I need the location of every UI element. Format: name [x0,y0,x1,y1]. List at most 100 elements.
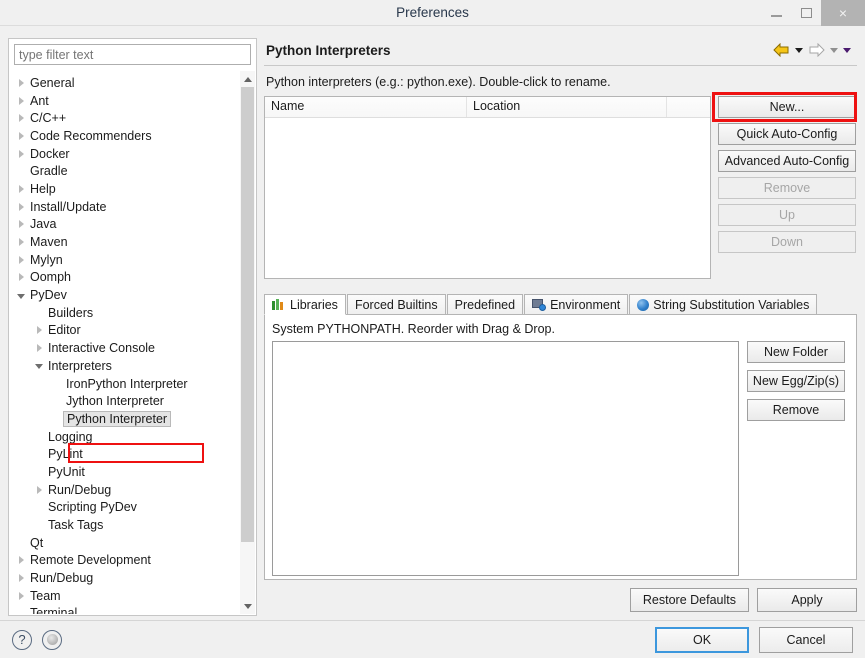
scrollbar-thumb[interactable] [241,87,254,542]
expand-arrow-icon[interactable] [14,149,28,158]
tab-bar[interactable]: Libraries Forced Builtins Predefined Enviro… [264,294,857,315]
question-mark-icon[interactable]: ? [12,629,32,650]
up-button: Up [718,204,856,226]
sidebar-item-java[interactable]: Java [10,216,242,234]
sidebar-item-pydev[interactable]: PyDev [10,286,242,304]
scroll-up-button[interactable] [240,71,255,87]
page-title: Python Interpreters [266,42,391,58]
forward-dropdown-icon[interactable] [830,47,838,53]
expand-arrow-icon[interactable] [14,591,28,600]
sidebar-item-help[interactable]: Help [10,180,242,198]
sidebar-item-remote-development[interactable]: Remote Development [10,552,242,570]
preferences-tree[interactable]: General Ant C/C++ Code Recommenders Docker Gr… [10,71,242,614]
tab-string-substitution-variables[interactable]: String Substitution Variables [629,294,818,314]
back-dropdown-icon[interactable] [795,47,803,53]
tab-label: Environment [550,297,621,312]
sidebar-item-mylyn[interactable]: Mylyn [10,251,242,269]
interpreter-button-wrapper: Remove [718,177,856,199]
expand-arrow-icon[interactable] [14,114,28,123]
expand-arrow-icon[interactable] [14,273,28,282]
sidebar-item-editor[interactable]: Editor [10,322,242,340]
sidebar-item-docker[interactable]: Docker [10,145,242,163]
tree-scrollbar[interactable] [240,71,255,614]
expand-arrow-icon[interactable] [14,78,28,87]
sidebar-item-interactive-console[interactable]: Interactive Console [10,339,242,357]
sidebar-item-logging[interactable]: Logging [10,428,242,446]
sidebar-item-gradle[interactable]: Gradle [10,162,242,180]
circle-button-icon[interactable] [42,629,62,650]
expand-arrow-icon[interactable] [14,556,28,565]
sidebar-item-run-debug[interactable]: Run/Debug [10,569,242,587]
tab-environment[interactable]: Environment [524,294,629,314]
collapse-arrow-icon[interactable] [14,292,28,299]
sidebar-item-builders[interactable]: Builders [10,304,242,322]
sidebar-item-task-tags[interactable]: Task Tags [10,516,242,534]
expand-arrow-icon[interactable] [14,184,28,193]
view-menu-icon[interactable] [843,47,851,53]
forward-arrow-icon[interactable] [808,43,825,57]
expand-arrow-icon[interactable] [32,326,46,335]
new-folder-button[interactable]: New Folder [747,341,845,363]
expand-arrow-icon[interactable] [32,485,46,494]
new-button[interactable]: New... [718,96,856,118]
sidebar-item-scripting-pydev[interactable]: Scripting PyDev [10,499,242,517]
interpreters-table[interactable]: Name Location [264,96,711,279]
sidebar-item-install-update[interactable]: Install/Update [10,198,242,216]
minimize-button[interactable] [761,0,791,26]
back-arrow-icon[interactable] [773,43,790,57]
interpreters-section: Name Location New... Quick Auto-Config Adv… [264,92,857,279]
tab-libraries[interactable]: Libraries [264,294,346,315]
sidebar-item-run-debug[interactable]: Run/Debug [10,481,242,499]
column-header-name[interactable]: Name [265,97,467,117]
pythonpath-list[interactable] [272,341,739,576]
page-action-row: Restore Defaults Apply [264,588,857,612]
scrollbar-track[interactable] [240,87,255,598]
expand-arrow-icon[interactable] [32,344,46,353]
sidebar-item-pylint[interactable]: PyLint [10,445,242,463]
search-input[interactable] [14,44,251,65]
sidebar-item-ironpython-interpreter[interactable]: IronPython Interpreter [10,375,242,393]
expand-arrow-icon[interactable] [14,238,28,247]
sidebar-item-general[interactable]: General [10,74,242,92]
sidebar-item-label: Terminal [30,606,78,614]
sidebar-item-interpreters[interactable]: Interpreters [10,357,242,375]
collapse-arrow-icon[interactable] [32,362,46,370]
maximize-button[interactable] [791,0,821,26]
sidebar-item-ant[interactable]: Ant [10,92,242,110]
new-egg-zip-s-button[interactable]: New Egg/Zip(s) [747,370,845,392]
expand-arrow-icon[interactable] [14,131,28,140]
expand-arrow-icon[interactable] [14,202,28,211]
circle-inner-icon [46,634,58,645]
sidebar-item-code-recommenders[interactable]: Code Recommenders [10,127,242,145]
remove-button[interactable]: Remove [747,399,845,421]
sidebar-item-pyunit[interactable]: PyUnit [10,463,242,481]
close-button[interactable]: × [821,0,865,26]
tab-forced-builtins[interactable]: Forced Builtins [346,294,446,314]
expand-arrow-icon[interactable] [14,574,28,583]
sidebar-item-jython-interpreter[interactable]: Jython Interpreter [10,392,242,410]
advanced-auto-config-button[interactable]: Advanced Auto-Config [718,150,856,172]
sidebar-item-qt[interactable]: Qt [10,534,242,552]
interpreter-button-wrapper: Advanced Auto-Config [718,150,856,172]
tab-predefined[interactable]: Predefined [446,294,524,314]
cancel-button[interactable]: Cancel [759,626,853,653]
sidebar-item-python-interpreter[interactable]: Python Interpreter [10,410,242,428]
sidebar-item-maven[interactable]: Maven [10,233,242,251]
sidebar-item-oomph[interactable]: Oomph [10,269,242,287]
sidebar-item-terminal[interactable]: Terminal [10,605,242,614]
table-body[interactable] [265,118,710,278]
sidebar-item-c-c[interactable]: C/C++ [10,109,242,127]
interpreter-button-wrapper: Quick Auto-Config [718,123,856,145]
restore-defaults-button[interactable]: Restore Defaults [629,588,749,612]
ok-button[interactable]: OK [655,626,749,653]
quick-auto-config-button[interactable]: Quick Auto-Config [718,123,856,145]
column-header-location[interactable]: Location [467,97,667,117]
interpreter-button-column: New... Quick Auto-Config Advanced Auto-Con… [712,92,857,253]
expand-arrow-icon[interactable] [14,255,28,264]
expand-arrow-icon[interactable] [14,220,28,229]
column-header-extra[interactable] [667,97,710,117]
apply-button[interactable]: Apply [757,588,857,612]
expand-arrow-icon[interactable] [14,96,28,105]
scroll-down-button[interactable] [240,598,255,614]
sidebar-item-team[interactable]: Team [10,587,242,605]
